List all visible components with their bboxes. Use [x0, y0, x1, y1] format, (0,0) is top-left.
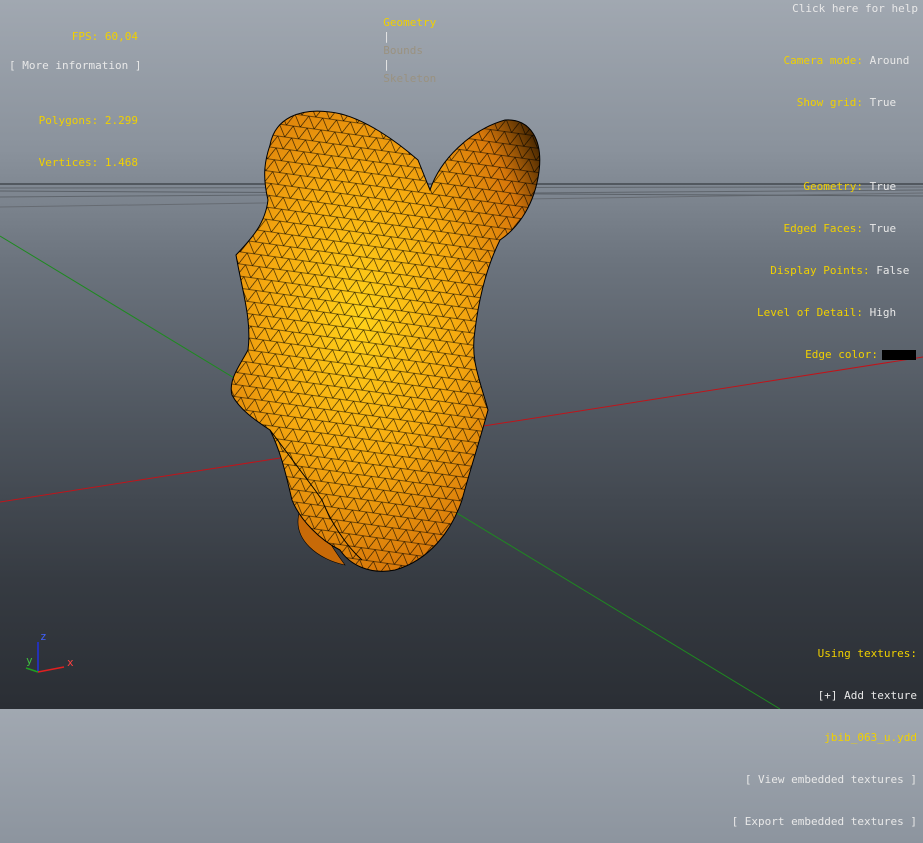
tab-geometry[interactable]: Geometry — [383, 16, 436, 29]
mesh-model[interactable] — [220, 100, 550, 580]
gizmo-z-label: z — [40, 630, 47, 643]
textures-heading: Using textures: — [817, 647, 917, 660]
edge-color-swatch[interactable] — [882, 350, 916, 360]
more-information-link[interactable]: [ More information ] — [9, 59, 141, 73]
gizmo-x-axis — [37, 666, 65, 673]
gizmo-y-axis — [25, 667, 39, 673]
camera-mode-setting[interactable]: Camera mode: Around — [757, 54, 916, 68]
view-tabs: Geometry | Bounds | Skeleton — [370, 2, 436, 86]
fps-readout: FPS: 60,04 — [71, 30, 138, 43]
gizmo-y-label: y — [26, 654, 33, 667]
geometry-setting[interactable]: Geometry: True — [757, 180, 916, 194]
display-points-setting[interactable]: Display Points: False — [757, 264, 916, 278]
tab-bounds[interactable]: Bounds — [383, 44, 423, 57]
show-grid-setting[interactable]: Show grid: True — [757, 96, 916, 110]
settings-panel: Camera mode: Around Show grid: True Geom… — [757, 26, 916, 376]
edge-color-setting[interactable]: Edge color: — [757, 348, 916, 362]
view-embedded-textures-link[interactable]: [ View embedded textures ] — [732, 773, 917, 787]
vertices-readout: Vertices: 1.468 — [38, 156, 138, 169]
gizmo-x-label: x — [67, 656, 74, 669]
texture-file-item: jbib_063_u.ydd — [824, 731, 917, 744]
add-texture-button[interactable]: [+] Add texture — [732, 689, 917, 703]
help-link[interactable]: Click here for help — [792, 2, 918, 16]
textures-panel: Using textures: [+] Add texture jbib_063… — [732, 619, 917, 843]
tab-separator: | — [383, 30, 390, 43]
edged-faces-setting[interactable]: Edged Faces: True — [757, 222, 916, 236]
level-of-detail-setting[interactable]: Level of Detail: High — [757, 306, 916, 320]
tab-separator: | — [383, 58, 390, 71]
tab-skeleton[interactable]: Skeleton — [383, 72, 436, 85]
polygons-readout: Polygons: 2.299 — [38, 114, 138, 127]
stats-panel: FPS: 60,04 Polygons: 2.299 Vertices: 1.4… — [8, 2, 138, 184]
export-embedded-textures-link[interactable]: [ Export embedded textures ] — [732, 815, 917, 829]
